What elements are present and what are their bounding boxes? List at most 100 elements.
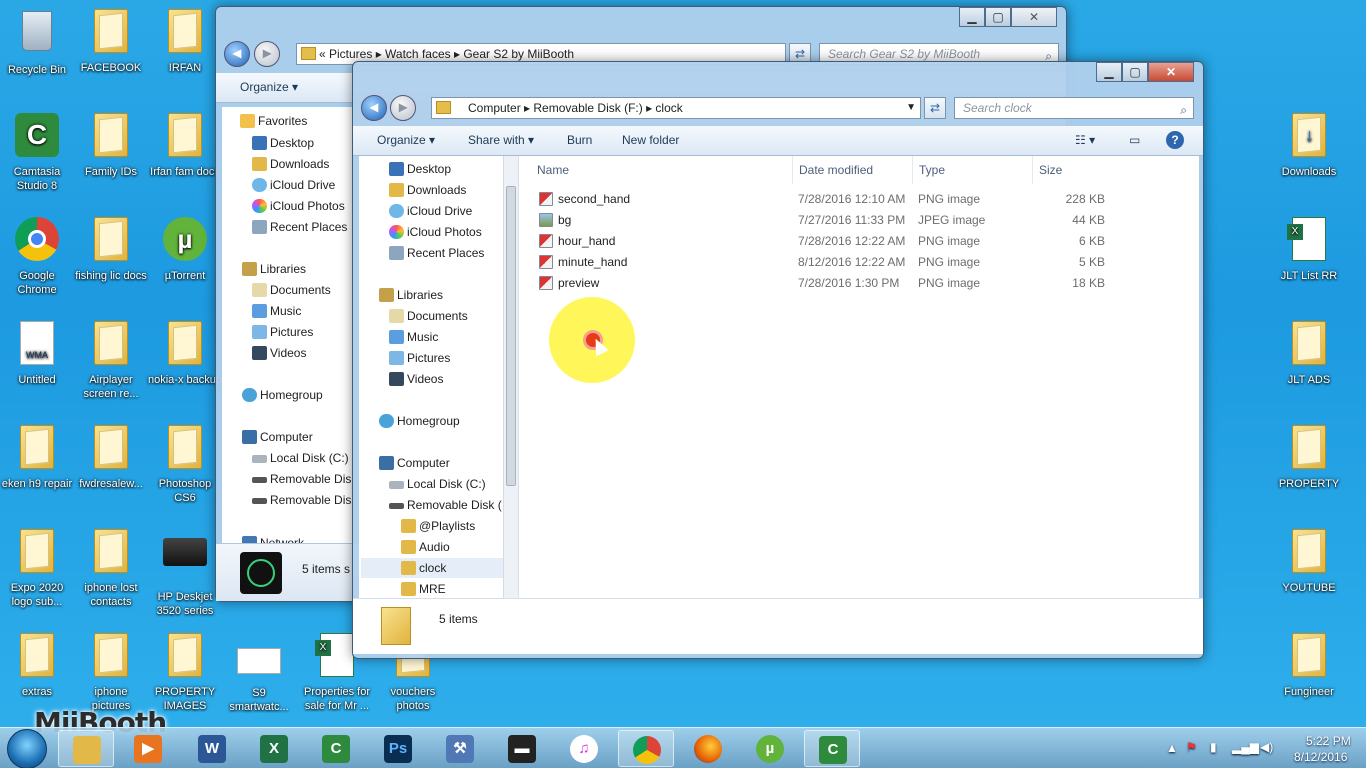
view-options-icon[interactable]: ☷ ▾ xyxy=(1075,133,1095,147)
close-button[interactable]: ✕ xyxy=(1011,7,1057,27)
nav-folder-mre[interactable]: MRE xyxy=(401,579,446,598)
nav-libraries[interactable]: Libraries xyxy=(242,259,306,279)
desktop-icon-family-ids[interactable]: Family IDs xyxy=(74,110,148,206)
start-button[interactable] xyxy=(7,729,47,768)
column-header-name[interactable]: Name xyxy=(531,156,793,184)
nav-recent-places[interactable]: Recent Places xyxy=(252,217,347,237)
taskbar-word[interactable]: W xyxy=(184,730,240,767)
desktop-icon-irfan-fam-docs[interactable]: Irfan fam docs xyxy=(148,110,222,206)
action-center-icon[interactable]: ⚑ xyxy=(1186,740,1197,754)
scrollbar-thumb[interactable] xyxy=(506,186,516,486)
nav-local-disk[interactable]: Local Disk (C:) xyxy=(389,474,486,494)
nav-documents[interactable]: Documents xyxy=(389,306,468,326)
nav-music[interactable]: Music xyxy=(389,327,438,347)
close-button[interactable]: ✕ xyxy=(1148,62,1194,82)
nav-removable-disk[interactable]: Removable Disk xyxy=(252,469,353,489)
nav-homegroup[interactable]: Homegroup xyxy=(379,411,460,431)
taskbar-itunes[interactable]: ♫ xyxy=(556,730,612,767)
desktop-icon-property[interactable]: PROPERTY xyxy=(1272,422,1346,518)
battery-icon[interactable]: ▮ xyxy=(1210,740,1217,754)
nav-homegroup[interactable]: Homegroup xyxy=(242,385,323,405)
taskbar-firefox[interactable] xyxy=(680,730,736,767)
desktop-icon-fishing-lic-docs[interactable]: fishing lic docs xyxy=(74,214,148,310)
desktop-icon-nokia-backup[interactable]: nokia-x backup xyxy=(148,318,222,414)
nav-libraries[interactable]: Libraries xyxy=(379,285,443,305)
desktop-icon-photoshop[interactable]: Photoshop CS6 xyxy=(148,422,222,518)
taskbar-explorer[interactable] xyxy=(58,730,114,767)
file-row[interactable]: bg 7/27/2016 11:33 PM JPEG image 44 KB xyxy=(519,210,1199,231)
nav-icloud-drive[interactable]: iCloud Drive xyxy=(389,201,472,221)
nav-removable-disk-2[interactable]: Removable Disk xyxy=(252,490,353,510)
nav-downloads[interactable]: Downloads xyxy=(389,180,466,200)
nav-downloads[interactable]: Downloads xyxy=(252,154,329,174)
address-dropdown-icon[interactable]: ▼ xyxy=(906,98,916,118)
desktop-icon-s9-smartwatch[interactable]: S9 smartwatc... xyxy=(222,644,296,740)
nav-favorites[interactable]: Favorites xyxy=(240,111,307,131)
desktop-icon-airplayer[interactable]: Airplayer screen re... xyxy=(74,318,148,414)
taskbar-utorrent[interactable]: µ xyxy=(742,730,798,767)
back-button[interactable]: ◂ xyxy=(224,41,250,67)
desktop-icon-recycle-bin[interactable]: Recycle Bin xyxy=(0,6,74,102)
search-input[interactable]: Search clock ⌕ xyxy=(954,97,1194,119)
nav-pictures[interactable]: Pictures xyxy=(389,348,450,368)
taskbar-excel[interactable]: X xyxy=(246,730,302,767)
help-icon[interactable]: ? xyxy=(1166,131,1184,149)
desktop-icon-fungineer[interactable]: Fungineer xyxy=(1272,630,1346,726)
maximize-button[interactable]: ▢ xyxy=(1122,62,1148,82)
back-button[interactable]: ◂ xyxy=(361,95,387,121)
volume-icon[interactable]: ◀) xyxy=(1260,740,1273,754)
desktop-icon-camtasia[interactable]: C Camtasia Studio 8 xyxy=(0,110,74,206)
file-row[interactable]: hour_hand 7/28/2016 12:22 AM PNG image 6… xyxy=(519,231,1199,252)
desktop-icon-jlt-list-rr[interactable]: X JLT List RR xyxy=(1272,214,1346,310)
show-hidden-icons[interactable]: ▲ xyxy=(1166,741,1178,755)
nav-removable-disk[interactable]: Removable Disk ( xyxy=(389,495,502,515)
nav-music[interactable]: Music xyxy=(252,301,301,321)
desktop-icon-iphone-lost-contacts[interactable]: iphone lost contacts xyxy=(74,526,148,622)
nav-icloud-photos[interactable]: iCloud Photos xyxy=(389,222,482,242)
desktop-icon-expo-2020[interactable]: Expo 2020 logo sub... xyxy=(0,526,74,622)
file-row[interactable]: minute_hand 8/12/2016 12:22 AM PNG image… xyxy=(519,252,1199,273)
desktop-icon-facebook[interactable]: FACEBOOK xyxy=(74,6,148,102)
preview-pane-icon[interactable]: ▭ xyxy=(1129,133,1140,147)
nav-computer[interactable]: Computer xyxy=(379,453,450,473)
share-with-button[interactable]: Share with ▾ xyxy=(468,133,534,147)
forward-button[interactable]: ▸ xyxy=(254,41,280,67)
desktop-icon-jlt-ads[interactable]: JLT ADS xyxy=(1272,318,1346,414)
nav-folder-playlists[interactable]: @Playlists xyxy=(401,516,475,536)
nav-pictures[interactable]: Pictures xyxy=(252,322,313,342)
address-bar[interactable]: Computer ▸ Removable Disk (F:) ▸ clock ▼ xyxy=(431,97,921,119)
nav-videos[interactable]: Videos xyxy=(252,343,306,363)
taskbar-chrome[interactable] xyxy=(618,730,674,767)
titlebar[interactable]: ▁ ▢ ✕ xyxy=(216,7,1066,43)
refresh-button[interactable]: ⇄ xyxy=(924,97,946,119)
organize-button[interactable]: Organize ▾ xyxy=(377,133,435,147)
nav-scrollbar[interactable] xyxy=(503,156,518,598)
maximize-button[interactable]: ▢ xyxy=(985,7,1011,27)
file-row[interactable]: preview 7/28/2016 1:30 PM PNG image 18 K… xyxy=(519,273,1199,294)
nav-desktop[interactable]: Desktop xyxy=(389,159,451,179)
minimize-button[interactable]: ▁ xyxy=(959,7,985,27)
column-header-type[interactable]: Type xyxy=(913,156,1033,184)
desktop-icon-downloads[interactable]: ↓ Downloads xyxy=(1272,110,1346,206)
nav-icloud-drive[interactable]: iCloud Drive xyxy=(252,175,335,195)
desktop-icon-eken-repair[interactable]: eken h9 repair xyxy=(0,422,74,518)
desktop-icon-fwdresale[interactable]: fwdresalew... xyxy=(74,422,148,518)
clock-date[interactable]: 8/12/2016 xyxy=(1294,750,1347,764)
nav-computer[interactable]: Computer xyxy=(242,427,313,447)
taskbar-tools[interactable]: ⚒ xyxy=(432,730,488,767)
desktop-icon-youtube[interactable]: YOUTUBE xyxy=(1272,526,1346,622)
minimize-button[interactable]: ▁ xyxy=(1096,62,1122,82)
desktop-icon-irfan[interactable]: IRFAN xyxy=(148,6,222,102)
new-folder-button[interactable]: New folder xyxy=(622,133,679,147)
nav-documents[interactable]: Documents xyxy=(252,280,331,300)
desktop-icon-utorrent[interactable]: µ µTorrent xyxy=(148,214,222,310)
desktop-icon-untitled[interactable]: WMA Untitled xyxy=(0,318,74,414)
column-header-date[interactable]: Date modified xyxy=(793,156,913,184)
nav-desktop[interactable]: Desktop xyxy=(252,133,314,153)
network-icon[interactable]: ▂▄▆ xyxy=(1232,740,1259,754)
nav-folder-clock[interactable]: clock xyxy=(361,558,503,578)
taskbar-camtasia[interactable]: C xyxy=(308,730,364,767)
column-header-size[interactable]: Size xyxy=(1033,156,1113,184)
taskbar-photoshop[interactable]: Ps xyxy=(370,730,426,767)
nav-videos[interactable]: Videos xyxy=(389,369,443,389)
